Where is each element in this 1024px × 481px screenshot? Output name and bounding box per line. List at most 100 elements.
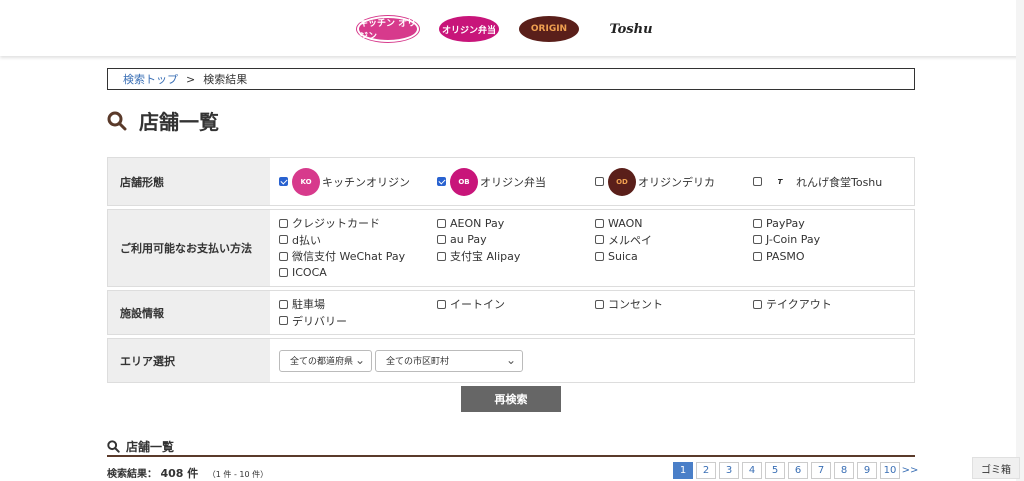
store-type-option-origin-bento[interactable]: OB オリジン弁当 (437, 166, 595, 197)
site-header: キッチン オリジン オリジン弁当 ORIGIN Toshu (0, 0, 1024, 56)
kitchen-origin-logo[interactable]: キッチン オリジン (357, 16, 419, 42)
breadcrumb-home-link[interactable]: 検索トップ (123, 71, 178, 87)
payment-option[interactable]: AEON Pay (437, 216, 595, 230)
page-link[interactable]: 9 (857, 462, 877, 479)
toshu-logo[interactable]: Toshu (599, 16, 663, 42)
city-select[interactable]: 全ての市区町村 (375, 349, 523, 372)
payment-option[interactable]: J-Coin Pay (753, 233, 911, 247)
page-link[interactable]: 10 (880, 462, 900, 479)
logo-text: オリジン弁当 (441, 25, 496, 36)
payment-option[interactable]: au Pay (437, 233, 595, 247)
option-label: PayPay (766, 216, 805, 230)
option-label: 駐車場 (292, 298, 325, 311)
breadcrumb: 検索トップ > 検索結果 (107, 68, 915, 90)
page-link[interactable]: 4 (742, 462, 762, 479)
payment-option[interactable]: 微信支付 WeChat Pay (279, 249, 437, 263)
facility-option[interactable]: コンセント (595, 297, 753, 311)
checkbox[interactable] (279, 268, 288, 277)
checkbox[interactable] (279, 218, 288, 228)
pagination: 1 2 3 4 5 6 7 8 9 10 >> (673, 462, 920, 479)
checkbox[interactable] (753, 235, 762, 244)
logo-text: キッチン オリジン (359, 19, 417, 42)
store-type-option-kitchen-origin[interactable]: KO キッチンオリジン (279, 166, 437, 197)
option-label: クレジットカード (292, 217, 380, 230)
next-page-link[interactable]: >> (902, 462, 919, 479)
origin-bento-logo[interactable]: オリジン弁当 (439, 16, 499, 42)
page-link[interactable]: 5 (765, 462, 785, 479)
checkbox[interactable] (437, 299, 446, 309)
payment-row: ご利用可能なお支払い方法 クレジットカード AEON Pay WAON PayP… (107, 209, 915, 287)
result-count: 408 件 (160, 467, 199, 480)
option-label: au Pay (450, 233, 487, 246)
checkbox[interactable] (437, 235, 446, 244)
checkbox[interactable] (595, 235, 604, 244)
page-link[interactable]: 2 (696, 462, 716, 479)
toshu-icon: T (766, 167, 794, 196)
checkbox[interactable] (279, 251, 288, 261)
page-link[interactable]: 1 (673, 462, 693, 479)
page-link[interactable]: 8 (834, 462, 854, 479)
page-title-text: 店舗一覧 (139, 110, 219, 134)
results-section-title: 店舗一覧 (107, 437, 915, 457)
checkbox[interactable] (279, 299, 288, 309)
option-label: 微信支付 WeChat Pay (292, 250, 406, 263)
checkbox[interactable] (437, 177, 446, 186)
checkbox[interactable] (595, 251, 604, 261)
facility-option[interactable]: イートイン (437, 297, 595, 311)
page-title: 店舗一覧 (107, 106, 219, 135)
option-label: デリバリー (292, 314, 347, 328)
checkbox[interactable] (279, 235, 288, 244)
facility-option[interactable]: テイクアウト (753, 297, 911, 311)
checkbox[interactable] (437, 251, 446, 261)
option-label: れんげ食堂Toshu (796, 175, 883, 189)
results-title-text: 店舗一覧 (126, 439, 175, 454)
payment-option[interactable]: d払い (279, 233, 437, 247)
page-scrollbar[interactable] (1016, 0, 1024, 481)
store-type-row: 店舗形態 KO キッチンオリジン OB オリジン弁当 OD オリジンデリカ T れんげ食… (107, 157, 915, 206)
option-label: AEON Pay (450, 216, 505, 230)
search-again-button[interactable]: 再検索 (461, 386, 561, 412)
checkbox[interactable] (753, 299, 762, 309)
store-type-option-origin-delica[interactable]: OD オリジンデリカ (595, 166, 753, 197)
checkbox[interactable] (595, 218, 604, 228)
payment-option[interactable]: 支付宝 Alipay (437, 249, 595, 263)
facility-option[interactable]: 駐車場 (279, 297, 437, 311)
origin-delica-logo[interactable]: ORIGIN (519, 16, 579, 42)
payment-option[interactable]: クレジットカード (279, 216, 437, 230)
payment-option[interactable]: Suica (595, 249, 753, 263)
page-link[interactable]: 3 (719, 462, 739, 479)
payment-option[interactable]: PASMO (753, 249, 911, 263)
payment-options: クレジットカード AEON Pay WAON PayPay d払い au Pay… (270, 210, 914, 286)
origin-delica-icon: OD (608, 167, 636, 196)
checkbox[interactable] (753, 177, 762, 186)
checkbox[interactable] (595, 177, 604, 186)
option-label: WAON (608, 216, 643, 230)
checkbox[interactable] (279, 177, 288, 186)
payment-option[interactable]: WAON (595, 216, 753, 230)
page-link[interactable]: 6 (788, 462, 808, 479)
facility-option[interactable]: デリバリー (279, 314, 437, 328)
payment-label: ご利用可能なお支払い方法 (108, 210, 270, 286)
kitchen-origin-icon: KO (292, 167, 320, 196)
facility-row: 施設情報 駐車場 イートイン コンセント テイクアウト デリバリー (107, 290, 915, 335)
payment-option[interactable]: ICOCA (279, 266, 437, 280)
option-label: コンセント (608, 298, 663, 311)
checkbox[interactable] (279, 316, 288, 325)
trash-button[interactable]: ゴミ箱 (972, 457, 1020, 479)
option-label: J-Coin Pay (766, 233, 821, 246)
store-type-option-toshu[interactable]: T れんげ食堂Toshu (753, 166, 911, 197)
search-form: 店舗形態 KO キッチンオリジン OB オリジン弁当 OD オリジンデリカ T れんげ食… (107, 157, 915, 386)
option-label: d払い (292, 233, 321, 247)
payment-option[interactable]: メルペイ (595, 233, 753, 247)
checkbox[interactable] (753, 218, 762, 228)
checkbox[interactable] (437, 218, 446, 228)
payment-option[interactable]: PayPay (753, 216, 911, 230)
page-link[interactable]: 7 (811, 462, 831, 479)
option-label: PASMO (766, 249, 805, 263)
checkbox[interactable] (595, 299, 604, 309)
result-range: （1 件 - 10 件） (207, 470, 269, 479)
city-select-value: 全ての市区町村 (386, 357, 450, 367)
prefecture-select[interactable]: 全ての都道府県 (279, 349, 372, 372)
checkbox[interactable] (753, 251, 762, 261)
search-icon (107, 111, 127, 130)
